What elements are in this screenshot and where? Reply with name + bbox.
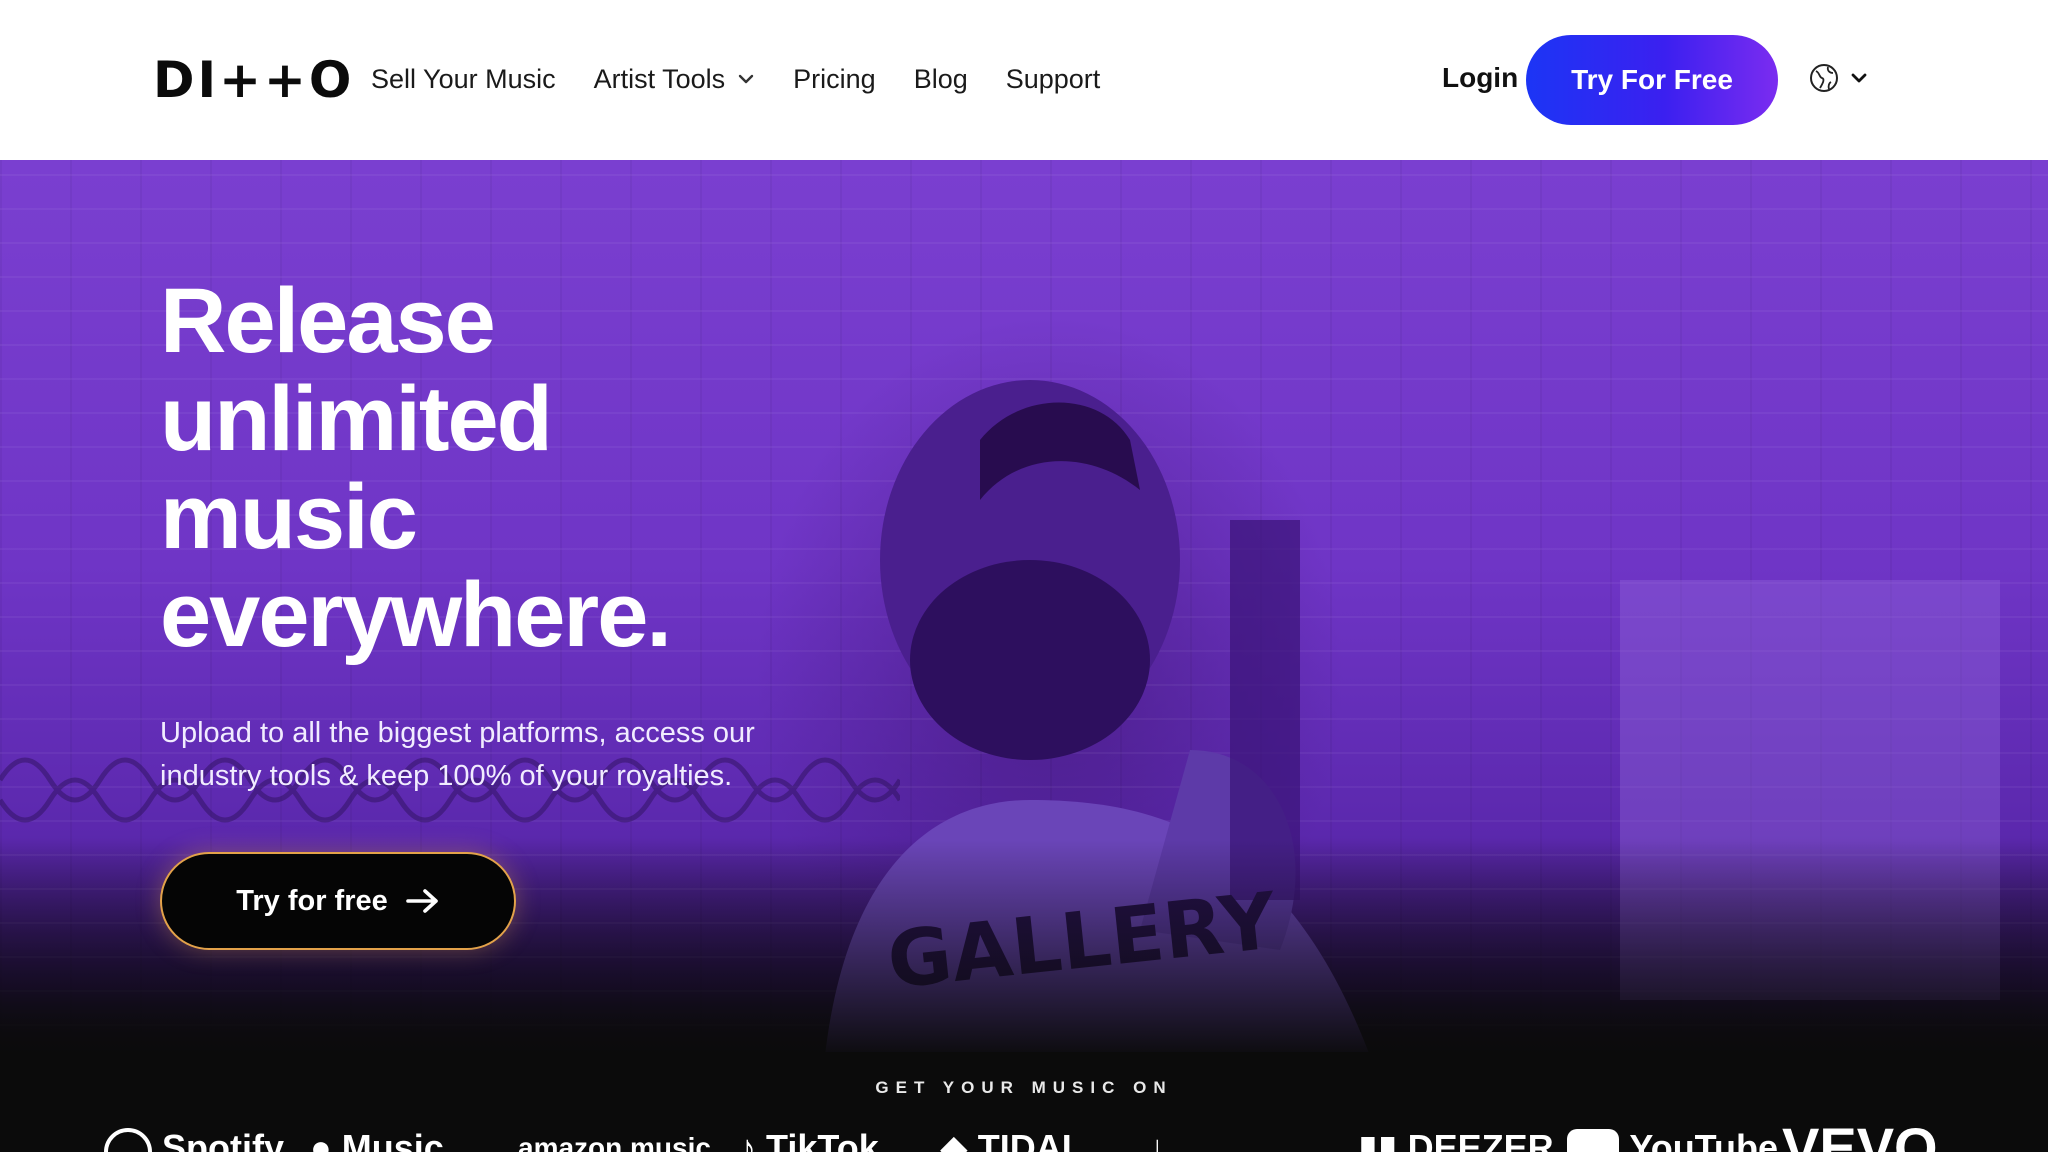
language-selector[interactable]: [1808, 62, 1870, 94]
nav-pricing[interactable]: Pricing: [793, 64, 876, 95]
nav-blog[interactable]: Blog: [914, 64, 968, 95]
deezer-logo-text: DEEZER: [1407, 1127, 1554, 1152]
hero-headline: Release unlimited music everywhere.: [160, 270, 672, 666]
globe-icon: [1810, 64, 1838, 92]
spotify-logo: Spotify: [104, 1128, 284, 1152]
nav-support[interactable]: Support: [1006, 64, 1101, 95]
tiktok-logo: ♪ TikTok: [738, 1128, 879, 1152]
platforms-strip: GET YOUR MUSIC ON Spotify ● Music amazon…: [0, 1052, 2048, 1152]
tidal-logo: ◆ TIDAL: [940, 1128, 1084, 1152]
nav-sell-your-music[interactable]: Sell Your Music: [371, 64, 556, 95]
nav-artist-tools-label: Artist Tools: [593, 63, 726, 94]
headline-line-2: unlimited: [160, 368, 553, 470]
vevo-logo: VEVO: [1782, 1116, 1938, 1152]
headline-line-1: Release: [160, 270, 496, 372]
youtube-logo-text: YouTube: [1629, 1127, 1778, 1152]
headline-line-4: everywhere.: [160, 564, 672, 666]
youtube-logo: YouTube: [1566, 1128, 1778, 1152]
apple-music-logo-text: Music: [341, 1127, 444, 1152]
spotify-icon: [104, 1128, 152, 1152]
main-nav: Sell Your Music Artist Tools Pricing Blo…: [371, 56, 1138, 102]
deezer-icon: ▮▮: [1358, 1127, 1398, 1152]
apple-music-logo: ● Music: [310, 1128, 444, 1152]
platform-logos: Spotify ● Music amazon music ♪ TikTok ◆ …: [0, 1116, 2048, 1152]
tidal-logo-text: TIDAL: [977, 1127, 1084, 1152]
tiktok-icon: ♪: [738, 1127, 756, 1152]
spotify-logo-text: Spotify: [162, 1127, 285, 1152]
youtube-icon: [1567, 1129, 1619, 1152]
headline-line-3: music: [160, 466, 418, 568]
ditto-logo[interactable]: DI++O: [153, 55, 354, 105]
chevron-down-icon: [1851, 73, 1867, 83]
site-header: DI++O Sell Your Music Artist Tools Prici…: [0, 0, 2048, 160]
music-note-icon: ♩: [1148, 1127, 1184, 1152]
hero-try-for-free-button[interactable]: Try for free: [160, 852, 516, 950]
arrow-right-icon: [405, 889, 438, 913]
tidal-icon: ◆: [940, 1127, 968, 1152]
apple-icon: ●: [310, 1127, 332, 1152]
nav-sell-your-music-label: Sell Your Music: [371, 63, 556, 94]
music-note-logo: ♩: [1148, 1128, 1184, 1152]
amazon-music-logo: amazon music: [518, 1132, 711, 1152]
nav-pricing-label: Pricing: [793, 63, 876, 94]
try-for-free-button[interactable]: Try For Free: [1526, 35, 1778, 125]
chevron-down-icon: [738, 74, 754, 84]
platforms-label: GET YOUR MUSIC ON: [875, 1078, 1173, 1097]
deezer-logo: ▮▮ DEEZER: [1358, 1128, 1554, 1152]
tiktok-logo-text: TikTok: [766, 1127, 879, 1152]
nav-blog-label: Blog: [913, 63, 968, 94]
login-link[interactable]: Login: [1442, 62, 1518, 94]
nav-support-label: Support: [1005, 63, 1101, 94]
hero-subtext: Upload to all the biggest platforms, acc…: [160, 717, 755, 792]
nav-artist-tools[interactable]: Artist Tools: [594, 64, 756, 95]
hero-section: GALLERY Release unlimited music everywhe…: [0, 160, 2048, 1060]
hero-cta-label: Try for free: [236, 884, 388, 917]
